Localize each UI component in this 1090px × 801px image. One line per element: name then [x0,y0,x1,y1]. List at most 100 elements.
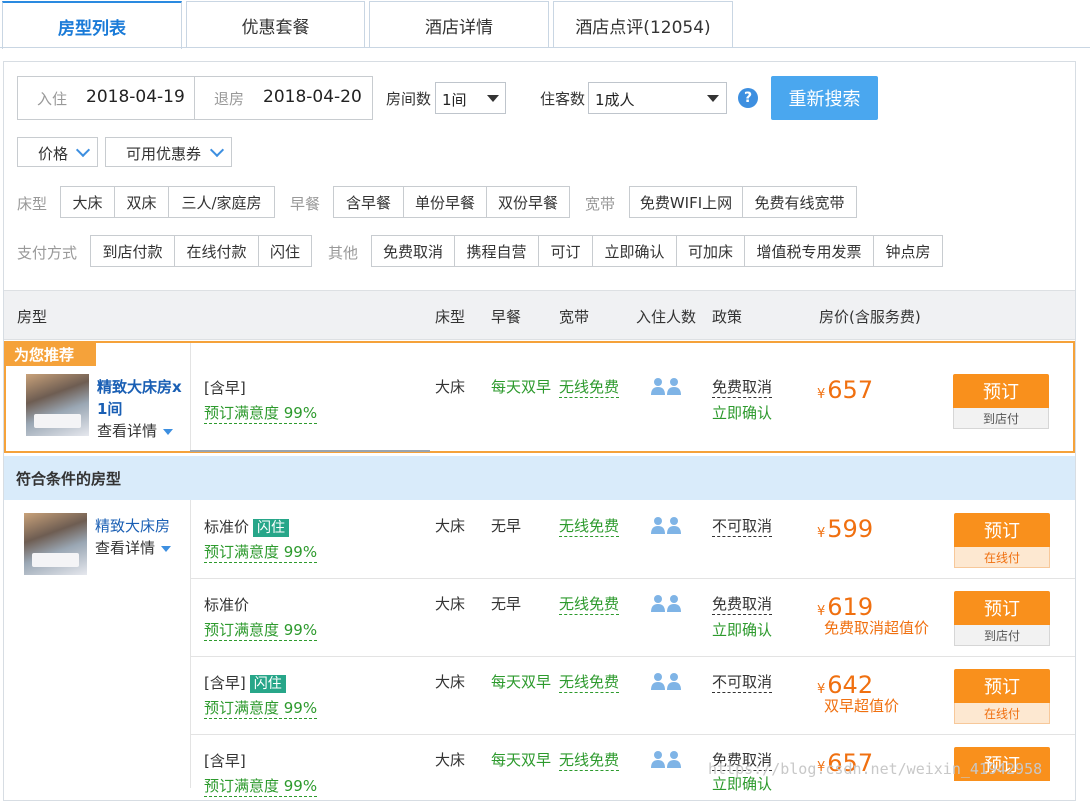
booking-satisfaction[interactable]: 预订满意度 99% [204,402,318,424]
guests-label: 住客数 [540,90,586,108]
col-broadband: 宽带 [559,308,590,326]
room-group-divider [190,500,191,788]
recommend-room-name[interactable]: 精致大床房x [97,376,182,397]
breakfast-filter-label: 早餐 [290,195,321,213]
tab-divider [0,47,1090,48]
broadband[interactable]: 无线免费 [559,515,620,537]
price-value: 657 [827,376,874,404]
recommend-room-count: 1间 [97,400,123,418]
rate-divider [191,734,1075,735]
guests-select[interactable]: 1成人 [588,82,727,114]
cancel-policy[interactable]: 不可取消 [712,671,773,693]
payment-filter-label: 支付方式 [17,244,78,262]
chevron-down-icon [75,142,91,158]
tab-room-list[interactable]: 房型列表 [2,1,182,49]
filter-free-wifi[interactable]: 免费WIFI上网 [629,186,743,218]
booking-satisfaction[interactable]: 预订满意度 99% [204,775,318,797]
matching-rooms-heading: 符合条件的房型 [4,456,1075,500]
cancel-policy[interactable]: 免费取消 [712,376,773,398]
filter-free-wired[interactable]: 免费有线宽带 [743,186,857,218]
watermark: https://blog.csdn.net/weixin_41942958 [708,760,1043,778]
filter-hourly-room[interactable]: 钟点房 [874,235,943,267]
broadband[interactable]: 无线免费 [559,749,620,771]
col-room: 房型 [17,308,48,326]
breakfast: 无早 [491,595,522,613]
other-filter-label: 其他 [328,244,359,262]
tab-hotel-details[interactable]: 酒店详情 [369,1,549,48]
filter-instant-confirm[interactable]: 立即确认 [593,235,677,267]
two-guests-icon[interactable] [650,750,682,770]
view-details-link[interactable]: 查看详情 [97,420,174,441]
rate-plan: [含早] 闪住 [204,672,286,693]
filter-flash-stay[interactable]: 闪住 [259,235,312,267]
col-guests: 入住人数 [636,308,697,326]
view-details-label: 查看详情 [97,422,158,440]
checkin-label: 入住 [37,90,68,108]
help-icon[interactable]: ? [738,88,758,108]
two-guests-icon[interactable] [650,594,682,614]
book-button[interactable]: 预订 到店付 [954,591,1050,646]
rooms-label: 房间数 [386,90,432,108]
filter-vat-invoice[interactable]: 增值税专用发票 [745,235,874,267]
room-name[interactable]: 精致大床房 [95,515,170,536]
breakfast: 无早 [491,517,522,535]
price-sort-dropdown[interactable]: 价格 [17,137,98,167]
room-thumbnail[interactable] [26,374,89,436]
pay-method: 到店付 [954,625,1050,646]
filter-breakfast-single[interactable]: 单份早餐 [404,186,487,218]
chevron-down-icon [163,428,174,435]
broadband[interactable]: 无线免费 [559,593,620,615]
view-details-link[interactable]: 查看详情 [95,537,172,558]
booking-satisfaction[interactable]: 预订满意度 99% [204,619,318,641]
filter-pay-online[interactable]: 在线付款 [175,235,259,267]
filter-extra-bed[interactable]: 可加床 [677,235,745,267]
guests-value: 1成人 [595,91,635,109]
booking-satisfaction[interactable]: 预订满意度 99% [204,541,318,563]
broadband[interactable]: 无线免费 [559,671,620,693]
cancel-policy[interactable]: 免费取消 [712,593,773,615]
price-value: 599 [827,515,874,543]
confirm-policy: 立即确认 [712,404,773,422]
flash-stay-badge: 闪住 [253,519,290,537]
checkout-label: 退房 [214,90,245,108]
two-guests-icon[interactable] [650,377,682,397]
book-button[interactable]: 预订 到店付 [953,374,1049,429]
rate-plan: [含早] [204,379,246,397]
tab-packages[interactable]: 优惠套餐 [186,1,365,48]
recommend-badge: 为您推荐 [4,342,96,366]
search-button[interactable]: 重新搜索 [771,76,878,120]
book-button[interactable]: 预订 在线付 [954,513,1050,568]
currency-symbol: ¥ [817,526,826,541]
filter-bed-family[interactable]: 三人/家庭房 [169,186,275,218]
checkin-date[interactable]: 2018-04-19 [86,87,185,107]
room-thumbnail[interactable] [24,513,87,575]
rooms-select[interactable]: 1间 [435,82,506,114]
filter-bookable[interactable]: 可订 [539,235,593,267]
book-button[interactable]: 预订 在线付 [954,669,1050,724]
two-guests-icon[interactable] [650,672,682,692]
pay-method: 在线付 [954,547,1050,568]
filter-bed-twin[interactable]: 双床 [115,186,169,218]
coupon-label: 可用优惠券 [126,145,202,163]
tab-reviews[interactable]: 酒店点评(12054) [553,1,733,48]
checkout-date[interactable]: 2018-04-20 [263,87,362,107]
book-label: 预订 [954,513,1050,547]
breakfast: 每天双早 [491,378,552,396]
coupon-dropdown[interactable]: 可用优惠券 [105,137,232,167]
two-guests-icon[interactable] [650,516,682,536]
filter-breakfast-double[interactable]: 双份早餐 [487,186,570,218]
filter-free-cancel[interactable]: 免费取消 [371,235,455,267]
confirm-policy: 立即确认 [712,621,773,639]
broadband[interactable]: 无线免费 [559,376,620,398]
filter-ctrip-operated[interactable]: 携程自营 [455,235,539,267]
booking-satisfaction[interactable]: 预订满意度 99% [204,697,318,719]
filter-bed-king[interactable]: 大床 [60,186,115,218]
filter-breakfast-included[interactable]: 含早餐 [333,186,404,218]
flash-stay-badge: 闪住 [249,675,286,693]
filter-pay-at-hotel[interactable]: 到店付款 [90,235,175,267]
pay-method: 在线付 [954,703,1050,724]
chevron-down-icon [209,142,225,158]
col-price: 房价(含服务费) [819,308,921,326]
bed-filter-label: 床型 [17,195,48,213]
cancel-policy[interactable]: 不可取消 [712,515,773,537]
